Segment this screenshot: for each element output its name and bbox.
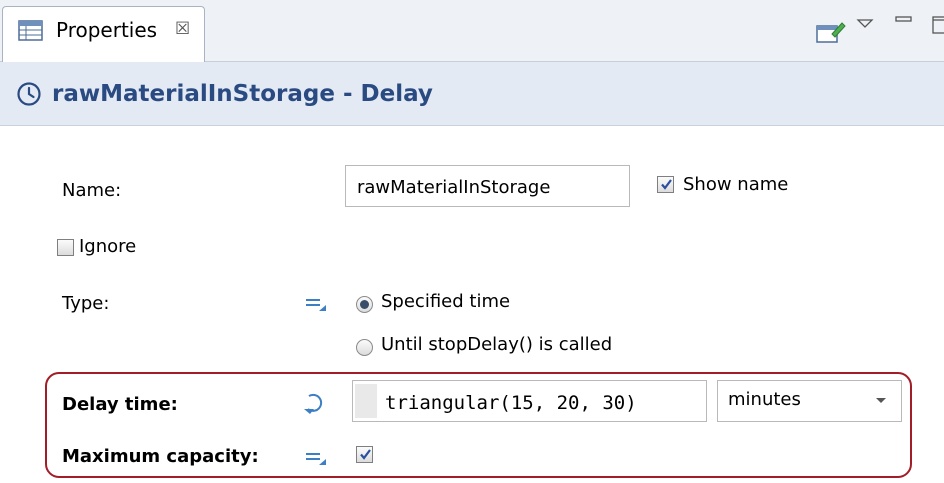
minimize-icon[interactable]	[893, 13, 915, 29]
until-stop-delay-radio[interactable]	[356, 339, 373, 356]
show-name-checkbox[interactable]	[657, 176, 674, 193]
until-stop-delay-label: Until stopDelay() is called	[381, 334, 613, 355]
show-name-label: Show name	[683, 174, 789, 195]
expression-marker	[355, 384, 377, 418]
view-menu-icon[interactable]	[855, 16, 877, 32]
table-icon	[18, 19, 44, 43]
name-label: Name:	[62, 180, 122, 201]
clock-icon	[16, 81, 42, 107]
static-value-icon[interactable]	[304, 296, 328, 312]
type-label: Type:	[62, 293, 110, 314]
tab-label: Properties	[56, 18, 158, 42]
specified-time-radio[interactable]	[356, 296, 373, 313]
static-value-icon[interactable]	[304, 450, 328, 466]
maximize-icon[interactable]	[930, 14, 944, 36]
edit-icon[interactable]	[815, 20, 847, 44]
name-field-value: rawMaterialInStorage	[357, 177, 551, 198]
page-title: rawMaterialInStorage - Delay	[52, 81, 433, 107]
specified-time-label: Specified time	[381, 291, 511, 312]
maximum-capacity-checkbox[interactable]	[356, 446, 373, 463]
ignore-label: Ignore	[79, 236, 137, 257]
delay-time-label: Delay time:	[62, 394, 178, 415]
delay-time-value: triangular(15, 20, 30)	[385, 392, 637, 414]
close-icon[interactable]: ☒	[175, 16, 190, 42]
delay-unit-value: minutes	[728, 389, 801, 410]
ignore-checkbox[interactable]	[57, 239, 74, 256]
dynamic-value-icon[interactable]	[301, 390, 329, 416]
dropdown-arrow-icon[interactable]	[876, 398, 886, 403]
maximum-capacity-label: Maximum capacity:	[62, 446, 259, 467]
